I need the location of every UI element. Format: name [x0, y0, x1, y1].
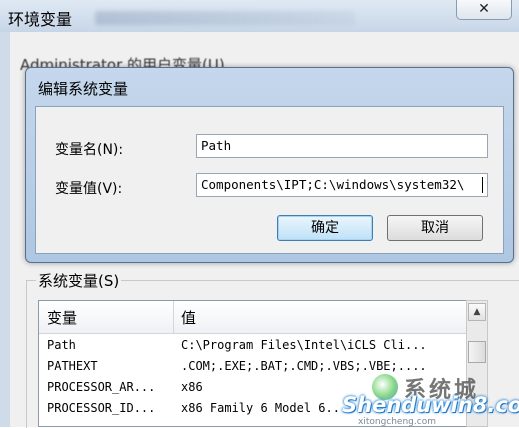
env-window-title: 环境变量: [8, 10, 73, 29]
dialog-client-area: 变量名(N): Path 变量值(V): Components\IPT;C:\w…: [35, 106, 504, 254]
variable-name-label: 变量名(N):: [55, 142, 124, 158]
watermark-brand: Shenduwin8.com: [342, 393, 519, 417]
edit-system-variable-dialog: 编辑系统变量 变量名(N): Path 变量值(V): Components\I…: [25, 67, 514, 263]
blurred-caption-text: [95, 11, 355, 25]
row-variable-name: PROCESSOR_AR...: [47, 380, 156, 394]
cancel-button[interactable]: 取消: [387, 215, 483, 241]
text-caret: [482, 177, 483, 193]
watermark-subtitle: xitongcheng.com: [358, 417, 436, 427]
row-variable-name: Path: [47, 338, 76, 352]
close-icon: ✕: [478, 1, 490, 17]
list-header: 变量 值: [39, 301, 487, 334]
env-window-titlebar: 环境变量 ✕: [0, 0, 519, 32]
row-variable-value: .COM;.EXE;.BAT;.CMD;.VBS;.VBE;....: [181, 359, 427, 373]
row-variable-name: PROCESSOR_ID...: [47, 401, 156, 415]
variable-value-label: 变量值(V):: [55, 181, 123, 197]
column-header-value[interactable]: 值: [181, 307, 196, 328]
row-variable-value: C:\Program Files\Intel\iCLS Cli...: [181, 338, 427, 352]
system-variables-label: 系统变量(S): [36, 270, 122, 291]
variable-name-input[interactable]: Path: [196, 134, 488, 158]
table-row[interactable]: Path C:\Program Files\Intel\iCLS Cli...: [39, 335, 487, 356]
scroll-thumb[interactable]: [468, 341, 486, 363]
watermark: 系统城 Shenduwin8.com xitongcheng.com: [322, 372, 519, 427]
variable-value-input[interactable]: Components\IPT;C:\windows\system32\: [196, 173, 488, 197]
dialog-title: 编辑系统变量: [38, 80, 129, 98]
ok-button[interactable]: 确定: [277, 215, 373, 241]
variable-value-text: Components\IPT;C:\windows\system32\: [201, 177, 465, 192]
scroll-up-arrow-icon[interactable]: ▲: [468, 303, 486, 321]
row-variable-value: x86: [181, 380, 203, 394]
close-button[interactable]: ✕: [456, 0, 512, 20]
row-variable-name: PATHEXT: [47, 359, 98, 373]
column-divider[interactable]: [173, 301, 174, 333]
column-header-variable[interactable]: 变量: [47, 307, 77, 328]
